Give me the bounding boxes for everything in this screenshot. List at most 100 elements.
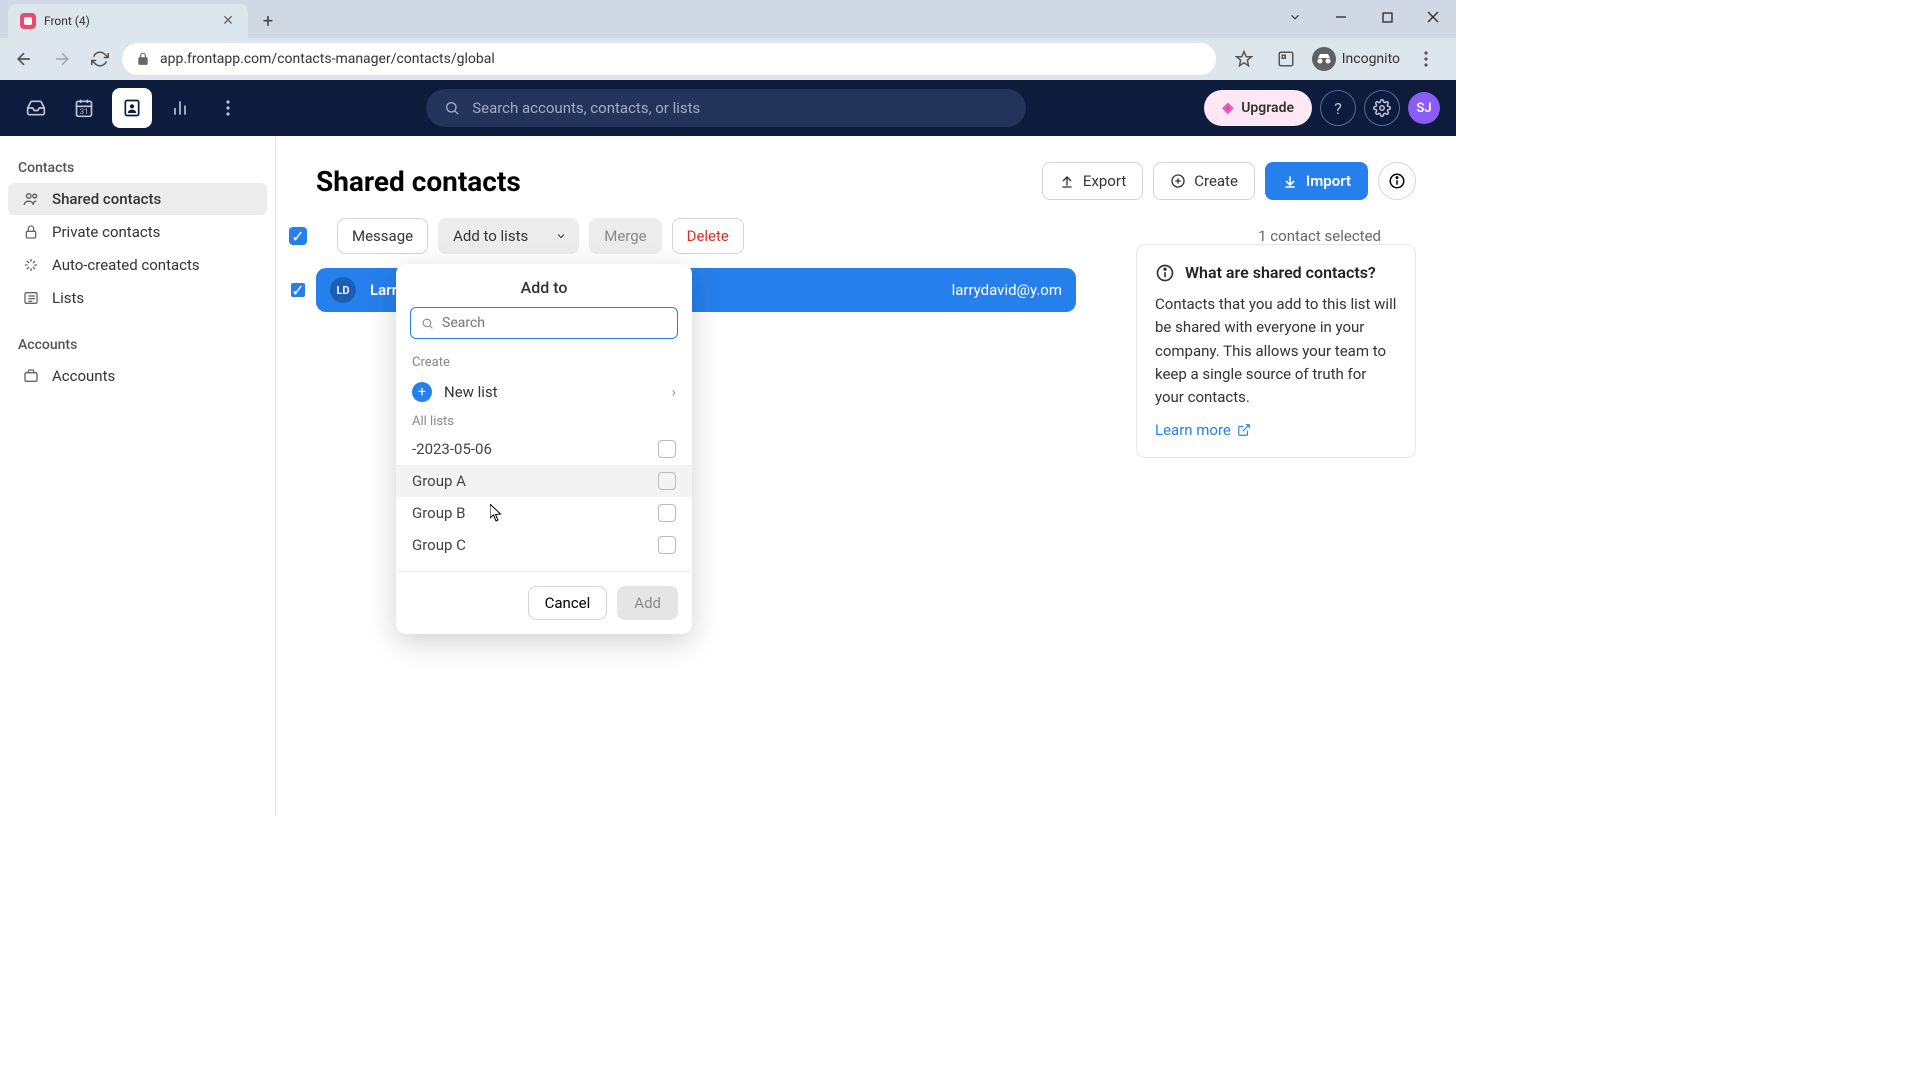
sidebar-item-private-contacts[interactable]: Private contacts	[8, 216, 267, 248]
diamond-icon: ◈	[1222, 100, 1233, 116]
list-checkbox[interactable]	[658, 440, 676, 458]
list-option[interactable]: -2023-05-06	[396, 433, 692, 465]
lock-icon	[22, 223, 40, 241]
bookmark-icon[interactable]	[1228, 43, 1260, 75]
list-icon	[22, 289, 40, 307]
merge-button: Merge	[589, 218, 661, 254]
info-button[interactable]	[1378, 162, 1416, 200]
selection-count: 1 contact selected	[1258, 227, 1389, 245]
list-checkbox[interactable]	[658, 472, 676, 490]
select-all-checkbox[interactable]: ✓	[289, 227, 307, 245]
info-panel-body: Contacts that you add to this list will …	[1155, 293, 1397, 409]
list-option[interactable]: Group C	[396, 529, 692, 561]
list-checkbox[interactable]	[658, 504, 676, 522]
plus-circle-icon	[1170, 173, 1186, 189]
popover-search-input[interactable]	[442, 315, 667, 331]
add-button: Add	[617, 586, 678, 620]
inbox-icon[interactable]	[16, 88, 56, 128]
popover-title: Add to	[396, 278, 692, 297]
chevron-down-icon[interactable]	[1272, 0, 1318, 34]
search-icon	[444, 100, 460, 116]
url-input[interactable]: app.frontapp.com/contacts-manager/contac…	[122, 43, 1216, 75]
new-tab-button[interactable]: +	[254, 7, 282, 35]
info-panel: What are shared contacts? Contacts that …	[1136, 244, 1416, 458]
sidebar-item-accounts[interactable]: Accounts	[8, 360, 267, 392]
gear-icon[interactable]	[1364, 90, 1400, 126]
plus-icon: +	[412, 382, 432, 402]
upload-icon	[1059, 173, 1075, 189]
more-icon[interactable]	[208, 88, 248, 128]
window-maximize-button[interactable]	[1364, 0, 1410, 34]
add-to-lists-button[interactable]: Add to lists	[438, 218, 543, 254]
people-icon	[22, 190, 40, 208]
list-option[interactable]: Group B	[396, 497, 692, 529]
front-favicon	[20, 13, 36, 29]
sidebar-item-label: Private contacts	[52, 223, 160, 241]
new-list-item[interactable]: + New list ›	[396, 374, 692, 410]
info-panel-title: What are shared contacts?	[1185, 263, 1376, 282]
add-to-lists-popover: Add to Create + New list › All lists -20…	[396, 264, 692, 634]
browser-tab[interactable]: Front (4) ✕	[8, 4, 248, 38]
cancel-button[interactable]: Cancel	[528, 586, 608, 620]
sidebar-section-accounts: Accounts	[8, 331, 267, 359]
tab-title: Front (4)	[44, 14, 212, 28]
analytics-icon[interactable]	[160, 88, 200, 128]
download-icon	[1282, 173, 1298, 189]
avatar[interactable]: SJ	[1408, 92, 1440, 124]
contact-email: larrydavid@y.om	[952, 281, 1062, 299]
chevron-right-icon: ›	[671, 383, 676, 401]
add-to-lists-caret[interactable]	[543, 218, 579, 254]
forward-button[interactable]	[46, 43, 78, 75]
import-button[interactable]: Import	[1265, 162, 1368, 200]
app-header: 31 Search accounts, contacts, or lists ◈…	[0, 80, 1456, 136]
sidebar-item-shared-contacts[interactable]: Shared contacts	[8, 183, 267, 215]
learn-more-link[interactable]: Learn more	[1155, 421, 1397, 439]
content: Shared contacts Export Create Import	[276, 136, 1456, 816]
address-bar: app.frontapp.com/contacts-manager/contac…	[0, 38, 1456, 80]
sidebar-item-label: Lists	[52, 289, 84, 307]
sidebar-item-lists[interactable]: Lists	[8, 282, 267, 314]
export-button[interactable]: Export	[1042, 162, 1143, 200]
sidebar-item-label: Accounts	[52, 367, 115, 385]
tab-bar: Front (4) ✕ +	[0, 0, 1456, 38]
list-option[interactable]: Group A	[396, 465, 692, 497]
sidebar-item-auto-created[interactable]: Auto-created contacts	[8, 249, 267, 281]
sparkle-icon	[22, 256, 40, 274]
external-link-icon	[1237, 423, 1251, 437]
info-icon	[1155, 263, 1175, 283]
contacts-icon[interactable]	[112, 88, 152, 128]
lock-icon	[136, 52, 150, 66]
delete-button[interactable]: Delete	[672, 218, 744, 254]
sidebar-section-contacts: Contacts	[8, 154, 267, 182]
row-checkbox[interactable]: ✓	[289, 281, 307, 299]
sidebar-item-label: Auto-created contacts	[52, 256, 200, 274]
search-icon	[421, 317, 434, 330]
extensions-icon[interactable]	[1270, 43, 1302, 75]
help-icon[interactable]: ?	[1320, 90, 1356, 126]
popover-all-lists-label: All lists	[396, 410, 692, 433]
popover-search[interactable]	[410, 307, 678, 339]
popover-create-label: Create	[396, 351, 692, 374]
message-button[interactable]: Message	[337, 218, 428, 254]
chevron-down-icon	[555, 230, 567, 242]
list-checkbox[interactable]	[658, 536, 676, 554]
browser-menu-icon[interactable]	[1410, 43, 1442, 75]
global-search[interactable]: Search accounts, contacts, or lists	[426, 89, 1026, 127]
calendar-icon[interactable]: 31	[64, 88, 104, 128]
svg-text:31: 31	[80, 107, 88, 116]
window-close-button[interactable]	[1410, 0, 1456, 34]
page-title: Shared contacts	[316, 165, 521, 198]
search-placeholder: Search accounts, contacts, or lists	[472, 99, 700, 117]
sidebar-item-label: Shared contacts	[52, 190, 161, 208]
close-tab-icon[interactable]: ✕	[220, 13, 236, 29]
create-button[interactable]: Create	[1153, 162, 1255, 200]
back-button[interactable]	[8, 43, 40, 75]
contact-avatar: LD	[330, 277, 356, 303]
reload-button[interactable]	[84, 43, 116, 75]
upgrade-button[interactable]: ◈ Upgrade	[1204, 90, 1312, 126]
window-minimize-button[interactable]	[1318, 0, 1364, 34]
incognito-indicator[interactable]: Incognito	[1312, 47, 1400, 71]
info-icon	[1388, 172, 1406, 190]
sidebar: Contacts Shared contacts Private contact…	[0, 136, 276, 816]
incognito-icon	[1312, 47, 1336, 71]
